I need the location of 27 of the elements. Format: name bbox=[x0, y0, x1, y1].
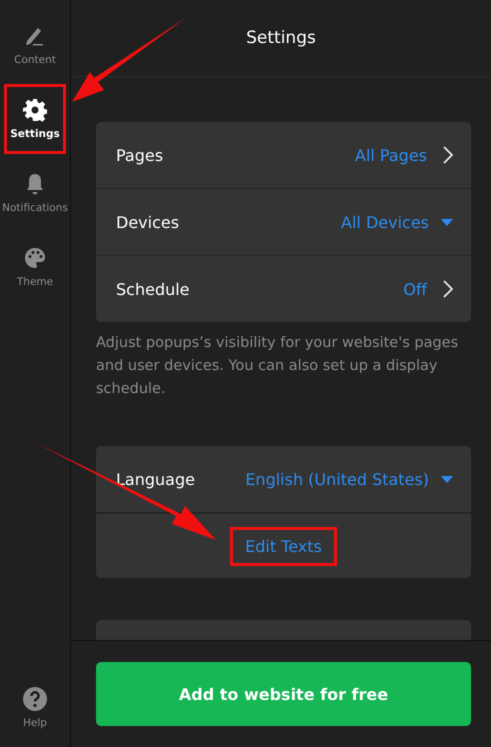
sidebar-tab[interactable]: Notifications bbox=[4, 158, 66, 228]
sidebar-tab[interactable]: Settings bbox=[4, 84, 66, 154]
visibility-description: Adjust popups’s visibility for your website's pages and user devices. You can also set up a display schedule. bbox=[96, 334, 460, 399]
language-value: English (United States) bbox=[245, 470, 429, 488]
palette-icon bbox=[23, 246, 47, 270]
setting-row[interactable]: Pages All Pages bbox=[96, 122, 471, 189]
help-link[interactable]: Help bbox=[4, 673, 66, 743]
setting-value: Off bbox=[403, 280, 427, 298]
panel-title: Settings bbox=[246, 28, 316, 48]
add-to-website-button[interactable]: Add to website for free bbox=[96, 662, 471, 726]
help-icon bbox=[23, 687, 47, 711]
chevron-right-icon bbox=[443, 280, 453, 298]
setting-label: Schedule bbox=[116, 280, 191, 298]
caret-down-icon bbox=[441, 218, 453, 226]
chevron-right-icon bbox=[443, 146, 453, 164]
sidebar-tab[interactable]: Content bbox=[4, 10, 66, 80]
settings-icon bbox=[23, 98, 47, 122]
setting-label: Language bbox=[116, 470, 196, 488]
setting-label: Devices bbox=[116, 212, 180, 232]
caret-down-icon bbox=[441, 476, 453, 482]
edit-texts-button[interactable]: Edit Texts bbox=[230, 526, 337, 566]
setting-row[interactable]: Schedule Off bbox=[96, 256, 471, 322]
setting-label: Pages bbox=[116, 146, 164, 164]
sidebar-tab[interactable]: Theme bbox=[4, 232, 66, 302]
setting-row[interactable]: Devices All Devices bbox=[96, 189, 471, 256]
setting-value: All Devices bbox=[341, 212, 429, 232]
setting-value: All Pages bbox=[355, 146, 427, 164]
